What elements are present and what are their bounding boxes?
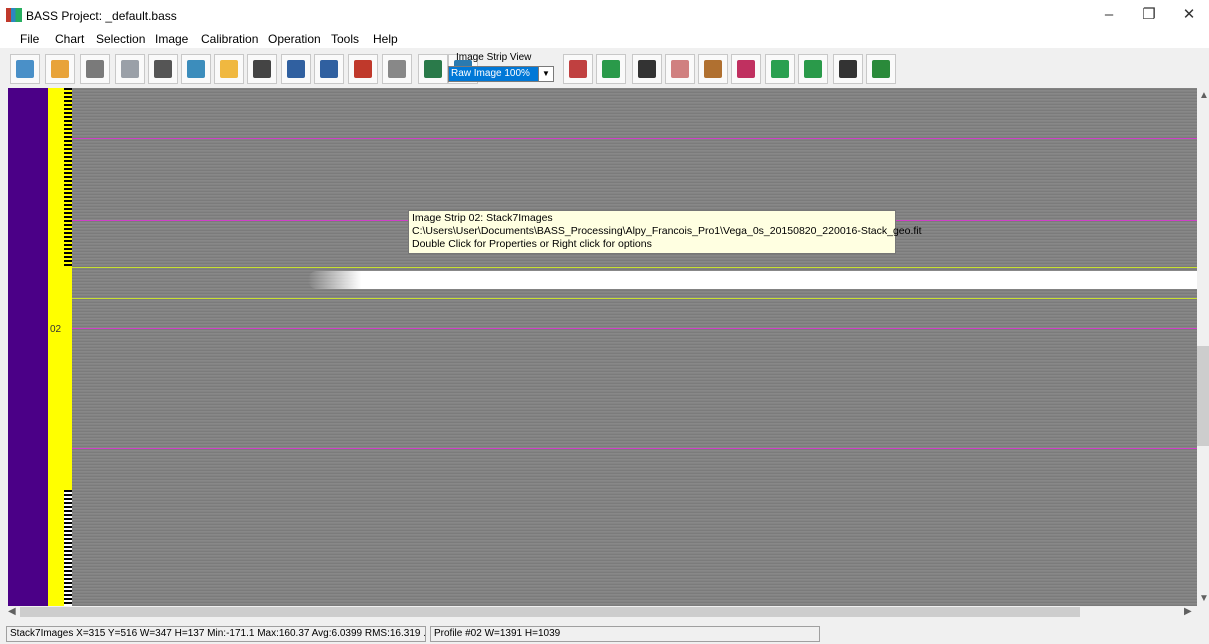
restore-button[interactable]: ❐ [1134,5,1164,25]
ruler-icon [388,60,406,78]
bass-app-icon [6,8,22,22]
image-strip-view-select[interactable]: Raw Image 100% ▼ [448,66,554,82]
tooltip-hint: Double Click for Properties or Right cli… [412,238,652,250]
new-chart-button[interactable] [10,54,40,84]
wave-icon [187,60,205,78]
close-button[interactable]: ✕ [1174,5,1204,25]
save-icon [287,60,305,78]
delete-button[interactable] [348,54,378,84]
binoculars-icon [154,60,172,78]
open-chart-button[interactable] [45,54,75,84]
vertical-scroll-thumb[interactable] [1197,346,1209,446]
abs-button[interactable] [798,54,828,84]
menu-selection[interactable]: Selection [96,32,145,46]
open-folder-button[interactable] [214,54,244,84]
image-strip-tooltip: Image Strip 02: Stack7Images C:\Users\Us… [408,210,922,254]
kurucz-icon [737,60,755,78]
menu-calibration[interactable]: Calibration [201,32,258,46]
reference-icon [671,60,689,78]
menu-tools[interactable]: Tools [331,32,359,46]
edit-chart-icon [704,60,722,78]
strip-color-bar [8,88,48,606]
compass-button[interactable] [632,54,662,84]
tooltip-strip-name: Image Strip 02: Stack7Images [412,212,553,224]
peaks-button[interactable] [563,54,593,84]
save-chart-icon [86,60,104,78]
title-bar: BASS Project: _default.bass – ❐ ✕ [0,0,1209,30]
strip-ruler-top [64,88,72,268]
export-excel-icon [872,60,890,78]
image-canvas[interactable]: 02 [8,88,1197,606]
crop-button[interactable] [418,54,448,84]
film-icon [839,60,857,78]
strip-boundary-line[interactable] [72,328,1197,329]
menu-help[interactable]: Help [373,32,398,46]
status-profile-info: Profile #02 W=1391 H=1039 [430,626,820,642]
save-chart-button[interactable] [80,54,110,84]
chevron-down-icon[interactable]: ▼ [538,67,553,81]
delete-icon [354,60,372,78]
menu-bar: File Chart Selection Image Calibration O… [0,30,1209,48]
ruler-button[interactable] [382,54,412,84]
kurucz-button[interactable] [731,54,761,84]
flask-icon [771,60,789,78]
math-button[interactable] [596,54,626,84]
scroll-left-icon[interactable]: ◀ [8,606,16,617]
tools-button[interactable] [115,54,145,84]
binning-zone-line[interactable] [72,267,1197,268]
strip-boundary-line[interactable] [72,448,1197,449]
math-icon [602,60,620,78]
tools-icon [121,60,139,78]
status-image-stats: Stack7Images X=315 Y=516 W=347 H=137 Min… [6,626,426,642]
camera-button[interactable] [247,54,277,84]
menu-chart[interactable]: Chart [55,32,84,46]
compass-icon [638,60,656,78]
tooltip-file-path: C:\Users\User\Documents\BASS_Processing\… [412,225,922,237]
horizontal-scroll-thumb[interactable] [20,607,1080,617]
peaks-icon [569,60,587,78]
new-chart-icon [16,60,34,78]
flask-button[interactable] [765,54,795,84]
crop-icon [424,60,442,78]
strip-number-label: 02 [50,324,62,335]
status-bar: Stack7Images X=315 Y=516 W=347 H=137 Min… [0,621,1209,644]
menu-file[interactable]: File [20,32,39,46]
spectrum-image[interactable] [72,88,1197,606]
scroll-right-icon[interactable]: ▶ [1184,606,1192,617]
spectrum-trace [308,271,1197,289]
binoculars-button[interactable] [148,54,178,84]
open-chart-icon [51,60,69,78]
image-strip-view-label: Image Strip View [456,52,532,63]
edit-chart-button[interactable] [698,54,728,84]
menu-operation[interactable]: Operation [268,32,321,46]
save-1d-icon [320,60,338,78]
film-button[interactable] [833,54,863,84]
minimize-button[interactable]: – [1094,5,1124,25]
camera-icon [253,60,271,78]
save-1d-button[interactable] [314,54,344,84]
open-folder-icon [220,60,238,78]
save-button[interactable] [281,54,311,84]
scroll-up-icon[interactable]: ▲ [1199,90,1209,101]
strip-boundary-line[interactable] [72,138,1197,139]
binning-zone-line[interactable] [72,298,1197,299]
window-title: BASS Project: _default.bass [26,9,177,23]
wave-button[interactable] [181,54,211,84]
export-excel-button[interactable] [866,54,896,84]
view-select-value: Raw Image 100% [449,67,539,81]
reference-button[interactable] [665,54,695,84]
abs-icon [804,60,822,78]
menu-image[interactable]: Image [155,32,188,46]
scroll-down-icon[interactable]: ▼ [1199,593,1209,604]
